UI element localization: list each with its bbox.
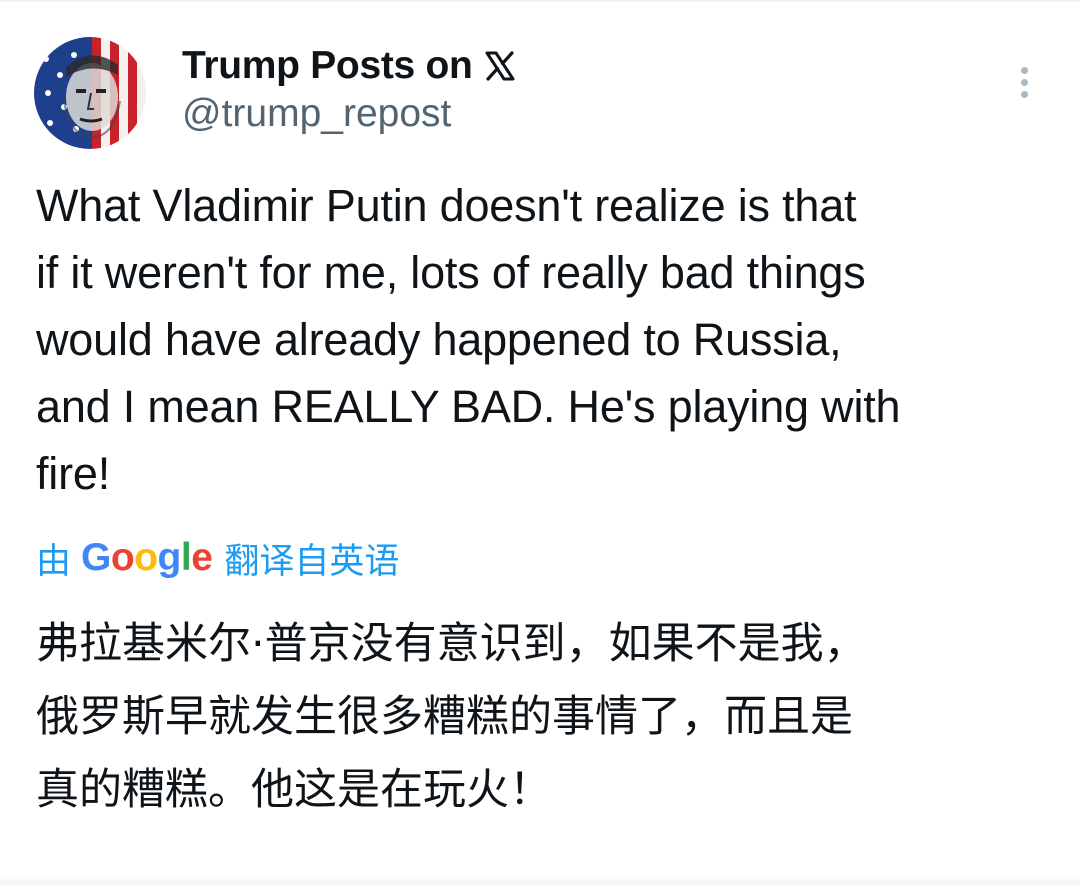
account-handle[interactable]: @trump_repost [182, 92, 451, 136]
avatar[interactable] [34, 37, 146, 149]
more-options-button[interactable] [1006, 60, 1042, 104]
tweet-text: What Vladimir Putin doesn't realize is t… [36, 180, 901, 499]
more-vertical-icon [1020, 66, 1028, 74]
google-letter: G [81, 536, 111, 579]
google-logo: Google [81, 536, 213, 580]
flag-portrait-avatar-icon [34, 37, 146, 149]
account-name-row[interactable]: Trump Posts on [182, 40, 515, 92]
google-letter: e [191, 536, 213, 579]
more-dot [1020, 90, 1028, 98]
display-name[interactable]: Trump Posts on [182, 44, 473, 88]
translated-text: 弗拉基米尔·普京没有意识到，如果不是我， 俄罗斯早就发生很多糟糕的事情了，而且是… [36, 619, 867, 815]
top-divider [0, 0, 1080, 2]
google-letter: o [110, 536, 135, 579]
google-letter: o [134, 536, 158, 579]
translation-prefix: 由 [36, 541, 72, 582]
google-letter: l [180, 536, 192, 579]
x-logo-icon [485, 51, 515, 81]
google-letter: g [157, 536, 182, 579]
translation-suffix[interactable]: 翻译自英语 [224, 533, 399, 584]
bottom-edge [0, 874, 1080, 885]
translation-attribution[interactable]: 由 Google 翻译自英语 [36, 532, 399, 584]
more-dot [1020, 78, 1028, 86]
